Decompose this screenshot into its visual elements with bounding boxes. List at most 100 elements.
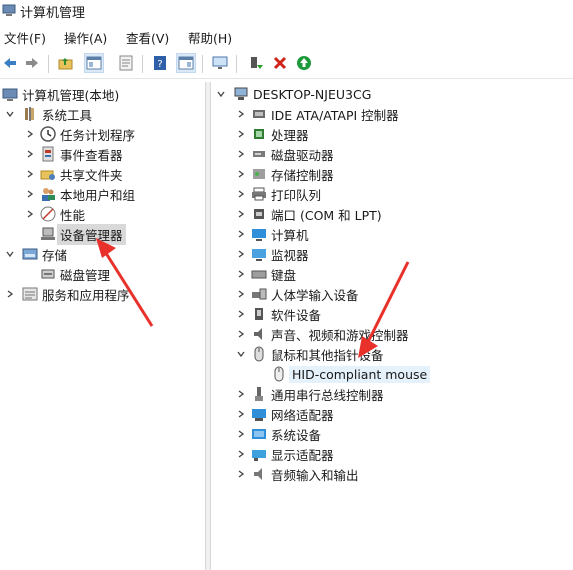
chevron-right-icon[interactable] [4, 288, 16, 300]
chevron-right-icon[interactable] [235, 328, 247, 340]
chevron-down-icon[interactable] [4, 248, 16, 260]
chevron-right-icon[interactable] [235, 128, 247, 140]
chevron-right-icon[interactable] [235, 208, 247, 220]
menu-help[interactable]: 帮助(H) [188, 28, 232, 47]
device-category-3[interactable]: 磁盘驱动器 [235, 144, 334, 164]
disk-management-icon [41, 269, 55, 279]
device-category-label: 软件设备 [271, 307, 322, 323]
up-folder-icon [58, 58, 73, 70]
chevron-right-icon[interactable] [235, 168, 247, 180]
storage-icon [22, 248, 38, 260]
device-category-14[interactable]: 通用串行总线控制器 [235, 384, 384, 404]
device-label: HID-compliant mouse [289, 365, 431, 383]
show-tree-button[interactable] [84, 53, 104, 73]
chevron-right-icon[interactable] [235, 388, 247, 400]
chevron-right-icon[interactable] [235, 288, 247, 300]
monitor-icon [212, 56, 228, 69]
uninstall-button[interactable] [270, 53, 290, 73]
chevron-down-icon[interactable] [235, 348, 247, 360]
tools-icon [25, 107, 34, 121]
chevron-right-icon[interactable] [24, 208, 36, 220]
chevron-right-icon[interactable] [235, 308, 247, 320]
device-category-16[interactable]: 系统设备 [235, 424, 321, 444]
device-hid-compliant-mouse[interactable]: HID-compliant mouse [271, 364, 431, 384]
tree-event-viewer[interactable]: 事件查看器 [24, 144, 123, 164]
show-pane-icon [178, 56, 194, 70]
uninstall-icon [273, 56, 287, 70]
device-category-2[interactable]: 处理器 [235, 124, 309, 144]
device-category-4[interactable]: 存储控制器 [235, 164, 334, 184]
update-driver-button[interactable] [294, 53, 314, 73]
chevron-right-icon[interactable] [235, 188, 247, 200]
menu-view[interactable]: 查看(V) [126, 28, 169, 47]
help-button[interactable]: ? [150, 53, 170, 73]
users-icon [42, 188, 55, 201]
chevron-right-icon[interactable] [235, 228, 247, 240]
computer-management-icon [2, 4, 16, 16]
device-category-11[interactable]: 软件设备 [235, 304, 321, 324]
device-category-9[interactable]: 键盘 [235, 264, 296, 284]
device-category-label: IDE ATA/ATAPI 控制器 [271, 107, 399, 123]
window-title: 计算机管理 [20, 6, 86, 21]
device-category-8[interactable]: 监视器 [235, 244, 309, 264]
device-category-1[interactable]: IDE ATA/ATAPI 控制器 [235, 104, 399, 124]
enable-device-button[interactable] [246, 53, 266, 73]
forward-button[interactable] [22, 53, 42, 73]
menu-file[interactable]: 文件(F) [4, 28, 46, 47]
tree-storage[interactable]: 存储 [4, 244, 67, 264]
chevron-right-icon[interactable] [24, 128, 36, 140]
title-bar: 计算机管理 [0, 0, 573, 22]
chevron-right-icon[interactable] [235, 448, 247, 460]
hid-icon [252, 288, 267, 300]
properties-button[interactable] [116, 53, 136, 73]
device-category-label: 通用串行总线控制器 [271, 387, 384, 403]
show-pane-button[interactable] [176, 53, 196, 73]
show-tree-icon [86, 56, 102, 70]
tree-shared-folders[interactable]: 共享文件夹 [24, 164, 123, 184]
mouse-icon [274, 366, 284, 382]
processor-icon [254, 129, 264, 139]
device-tree-root[interactable]: DESKTOP-NJEU3CG [215, 84, 371, 104]
speaker-icon [254, 328, 262, 340]
chevron-right-icon[interactable] [235, 408, 247, 420]
menu-action[interactable]: 操作(A) [64, 28, 107, 47]
device-category-5[interactable]: 打印队列 [235, 184, 321, 204]
toolbar: ? [0, 50, 573, 79]
device-category-17[interactable]: 显示适配器 [235, 444, 334, 464]
tree-task-scheduler[interactable]: 任务计划程序 [24, 124, 135, 144]
computer-icon [252, 229, 266, 241]
tree-root-computer-management[interactable]: 计算机管理(本地) [2, 84, 119, 104]
device-category-label: 存储控制器 [271, 167, 334, 183]
chevron-right-icon[interactable] [24, 188, 36, 200]
back-button[interactable] [0, 53, 20, 73]
usb-icon [255, 387, 263, 401]
toolbar-separator [202, 55, 203, 73]
chevron-right-icon[interactable] [235, 148, 247, 160]
chevron-right-icon[interactable] [235, 428, 247, 440]
chevron-right-icon[interactable] [24, 168, 36, 180]
tree-local-users[interactable]: 本地用户和组 [24, 184, 135, 204]
chevron-down-icon[interactable] [4, 108, 16, 120]
tree-performance[interactable]: 性能 [24, 204, 85, 224]
chevron-right-icon[interactable] [235, 468, 247, 480]
toolbar-separator [236, 55, 237, 73]
chevron-down-icon[interactable] [215, 88, 227, 100]
computer-icon [234, 87, 248, 100]
annotation-arrow-left [96, 238, 154, 327]
device-category-6[interactable]: 端口 (COM 和 LPT) [235, 204, 382, 224]
keyboard-icon [251, 270, 267, 279]
toolbar-separator [142, 55, 143, 73]
device-category-18[interactable]: 音频输入和输出 [235, 464, 359, 484]
display-adapter-icon [252, 450, 266, 461]
device-manager-icon [41, 227, 55, 240]
up-folder-button[interactable] [56, 53, 76, 73]
device-category-label: 磁盘驱动器 [271, 147, 334, 163]
device-category-15[interactable]: 网络适配器 [235, 404, 334, 424]
chevron-right-icon[interactable] [235, 268, 247, 280]
tree-system-tools[interactable]: 系统工具 [4, 104, 92, 124]
chevron-right-icon[interactable] [235, 108, 247, 120]
chevron-right-icon[interactable] [235, 248, 247, 260]
device-category-7[interactable]: 计算机 [235, 224, 309, 244]
scan-hardware-button[interactable] [210, 53, 230, 73]
chevron-right-icon[interactable] [24, 148, 36, 160]
